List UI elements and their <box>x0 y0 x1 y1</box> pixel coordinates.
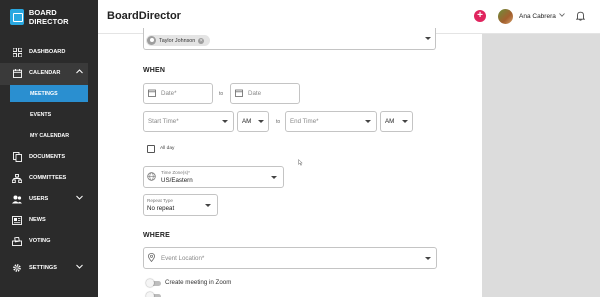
attendees-dropdown-caret[interactable] <box>425 37 431 40</box>
sidebar-item-label: COMMITTEES <box>29 175 67 181</box>
sidebar-item-label: SETTINGS <box>29 265 57 271</box>
voting-icon <box>12 236 22 246</box>
gear-icon <box>12 263 22 273</box>
news-icon <box>12 215 22 225</box>
committees-icon <box>12 173 22 183</box>
start-time-placeholder: Start Time* <box>148 118 179 125</box>
sidebar-item-label: CALENDAR <box>29 70 61 76</box>
remove-chip-icon[interactable]: × <box>198 37 205 44</box>
sidebar-item-label: USERS <box>29 196 49 202</box>
zoom-toggle[interactable] <box>146 279 161 287</box>
repeat-type-caret <box>205 204 211 207</box>
toggle-knob <box>146 279 154 287</box>
start-date-placeholder: Date* <box>161 90 177 97</box>
sidebar-item-calendar[interactable]: CALENDAR <box>0 63 98 83</box>
sidebar-subitem-meetings[interactable]: MEETINGS <box>10 85 88 102</box>
user-name[interactable]: Ana Cabrera <box>519 13 556 20</box>
calendar-icon <box>148 89 156 97</box>
end-ampm-caret <box>402 120 408 123</box>
to-label: to <box>276 119 281 125</box>
sidebar-item-users[interactable]: USERS <box>0 189 98 209</box>
attendee-chip-label: Taylor Johnson <box>159 37 196 44</box>
sidebar-item-documents[interactable]: DOCUMENTS <box>0 147 98 167</box>
globe-icon <box>147 172 156 181</box>
users-icon <box>12 194 22 204</box>
to-label: to <box>219 91 224 97</box>
all-day-label: All day <box>160 146 175 151</box>
sidebar: BOARD DIRECTOR DASHBOARD CALENDAR MEETIN… <box>0 0 98 297</box>
chevron-up-icon <box>76 69 83 74</box>
chevron-down-icon <box>76 195 83 200</box>
timezone-caret <box>271 176 277 179</box>
start-ampm-value: AM <box>242 118 252 125</box>
all-day-checkbox[interactable] <box>147 145 155 153</box>
sidebar-item-label: NEWS <box>29 217 46 223</box>
end-time-caret <box>365 120 371 123</box>
sidebar-item-settings[interactable]: SETTINGS <box>0 258 98 278</box>
right-gray-area <box>482 34 600 297</box>
event-location-placeholder: Event Location* <box>161 255 205 262</box>
repeat-type-label: Repeat Type <box>147 198 173 203</box>
timezone-label: Time Zone(s)* <box>161 170 190 175</box>
start-time-caret <box>222 120 228 123</box>
bell-icon[interactable] <box>576 11 585 21</box>
when-heading: WHEN <box>143 67 166 74</box>
person-icon <box>147 36 156 45</box>
chevron-down-icon[interactable] <box>559 13 565 17</box>
sidebar-item-label: DOCUMENTS <box>29 154 66 160</box>
sidebar-item-news[interactable]: NEWS <box>0 210 98 230</box>
add-button[interactable]: + <box>474 10 486 22</box>
zoom-toggle-label: Create meeting in Zoom <box>165 279 232 286</box>
brand-name: BOARD DIRECTOR <box>28 8 69 26</box>
sidebar-item-label: DASHBOARD <box>29 49 66 55</box>
event-location-caret <box>425 257 431 260</box>
sidebar-subitem-events[interactable]: EVENTS <box>10 106 88 123</box>
repeat-type-value: No repeat <box>147 205 175 212</box>
mouse-cursor-icon <box>298 159 303 166</box>
app-title: BoardDirector <box>107 10 181 22</box>
board-director-logo-icon <box>10 9 24 25</box>
calendar-icon <box>12 68 22 78</box>
attendee-chip[interactable]: Taylor Johnson × <box>146 35 210 46</box>
sidebar-item-voting[interactable]: VOTING <box>0 231 98 251</box>
sidebar-item-committees[interactable]: COMMITTEES <box>0 168 98 188</box>
location-pin-icon <box>148 253 155 262</box>
sidebar-item-label: VOTING <box>29 238 51 244</box>
toggle-knob <box>146 292 154 297</box>
chevron-down-icon <box>76 264 83 269</box>
avatar[interactable] <box>498 9 513 24</box>
end-ampm-value: AM <box>385 118 395 125</box>
end-date-placeholder: Date <box>248 90 262 97</box>
sidebar-item-dashboard[interactable]: DASHBOARD <box>0 42 98 62</box>
brand[interactable]: BOARD DIRECTOR <box>10 8 98 26</box>
calendar-icon <box>235 89 243 97</box>
timezone-value: US/Eastern <box>161 177 193 184</box>
end-time-placeholder: End Time* <box>290 118 319 125</box>
sidebar-subitem-my-calendar[interactable]: MY CALENDAR <box>10 127 88 144</box>
start-ampm-caret <box>258 120 264 123</box>
grid-icon <box>12 47 22 57</box>
where-heading: WHERE <box>143 232 171 239</box>
documents-icon <box>12 152 22 162</box>
